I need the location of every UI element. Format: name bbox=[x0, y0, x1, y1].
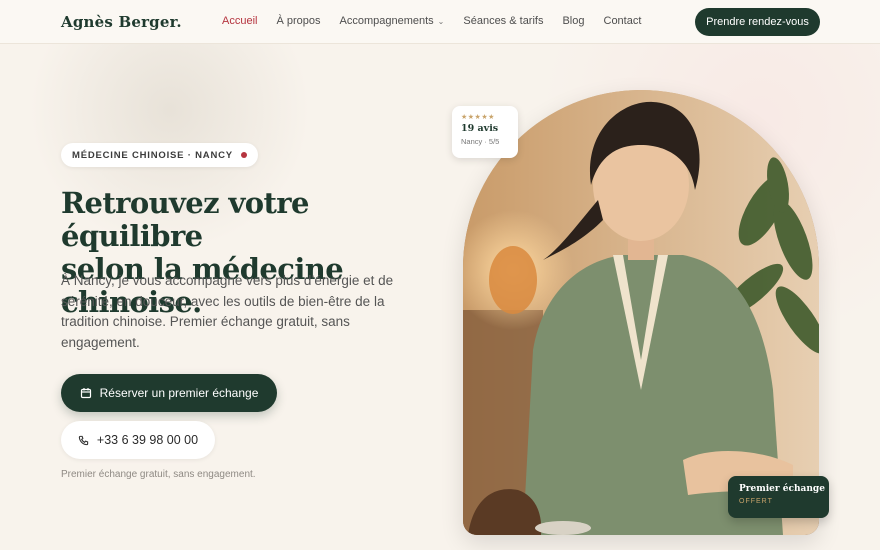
nav-item-accueil[interactable]: Accueil bbox=[222, 15, 257, 27]
nav-item-label: Accompagnements bbox=[339, 15, 434, 27]
nav-item-a-propos[interactable]: À propos bbox=[276, 15, 320, 27]
site-header: Agnès Berger. Accueil À propos Accompagn… bbox=[0, 0, 880, 44]
nav-item-seances-tarifs[interactable]: Séances & tarifs bbox=[463, 15, 543, 27]
specialty-badge: MÉDECINE CHINOISE · NANCY bbox=[61, 143, 258, 167]
reviews-card: ★★★★★ 19 avis Nancy · 5/5 bbox=[452, 106, 518, 158]
phone-number: +33 6 39 98 00 00 bbox=[96, 433, 199, 447]
reserve-first-session-button[interactable]: Réserver un premier échange bbox=[61, 374, 277, 412]
offer-label: OFFERT bbox=[739, 498, 773, 505]
reserve-button-label: Réserver un premier échange bbox=[99, 386, 259, 400]
calendar-icon bbox=[80, 388, 91, 399]
hero-description: À Nancy, je vous accompagne vers plus d’… bbox=[61, 273, 394, 350]
offer-title: Premier échange bbox=[739, 484, 825, 494]
chevron-down-icon: ⌄ bbox=[437, 16, 445, 26]
nav-item-accompagnements[interactable]: Accompagnements ⌄ bbox=[340, 15, 445, 27]
phone-button[interactable]: +33 6 39 98 00 00 bbox=[61, 421, 215, 459]
hero-title-line1: Retrouvez votre équilibre bbox=[61, 186, 309, 253]
book-appointment-button[interactable]: Prendre rendez-vous bbox=[695, 8, 820, 36]
phone-icon bbox=[78, 435, 89, 445]
review-count: 19 avis bbox=[461, 123, 499, 134]
practitioner-illustration bbox=[463, 90, 819, 535]
nav-item-contact[interactable]: Contact bbox=[604, 15, 642, 27]
free-session-note: Premier échange gratuit, sans engagement… bbox=[61, 469, 256, 480]
review-subtitle: Nancy · 5/5 bbox=[461, 137, 500, 146]
badge-dot bbox=[240, 152, 247, 158]
badge-label: MÉDECINE CHINOISE · NANCY bbox=[72, 149, 233, 161]
free-offer-card: Premier échange OFFERT bbox=[728, 476, 829, 518]
logo[interactable]: Agnès Berger. bbox=[61, 13, 182, 31]
star-rating-icon: ★★★★★ bbox=[461, 114, 495, 121]
practitioner-photo bbox=[463, 90, 819, 535]
nav-item-blog[interactable]: Blog bbox=[562, 15, 584, 27]
main-nav: Accueil À propos Accompagnements ⌄ Séance… bbox=[222, 15, 660, 27]
